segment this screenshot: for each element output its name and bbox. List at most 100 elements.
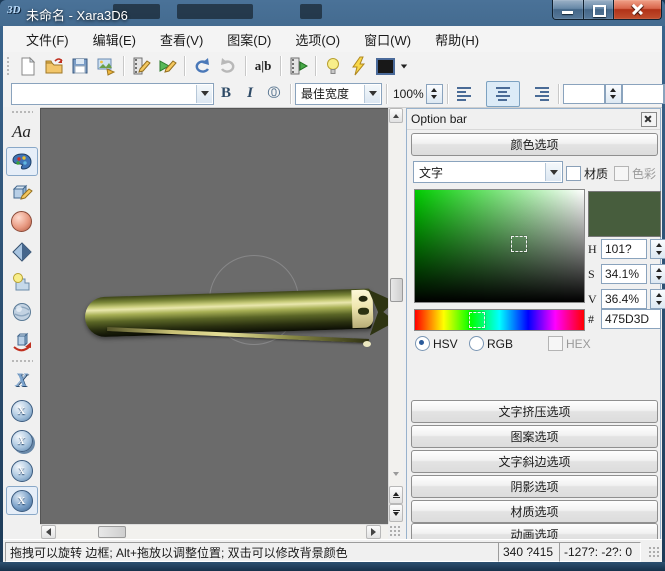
arrow-down-icon: [393, 472, 399, 476]
outline-button[interactable]: O: [262, 82, 286, 106]
lighting-toggle-button[interactable]: [320, 54, 346, 78]
lighting-options-button[interactable]: [6, 267, 38, 296]
animation-style-none-button[interactable]: X: [6, 366, 38, 395]
hue-field[interactable]: 101?: [601, 239, 647, 259]
color-options-section-button[interactable]: 颜色选项: [411, 133, 658, 156]
align-center-button[interactable]: [486, 81, 520, 107]
texture-options-section-button[interactable]: 材质选项: [411, 500, 658, 523]
render-quality-button[interactable]: [372, 54, 398, 78]
value-field[interactable]: 36.4%: [601, 289, 647, 309]
hex-field[interactable]: 475D3D: [601, 309, 661, 329]
animation-style-4-button[interactable]: X: [6, 486, 38, 515]
scroll-right-button[interactable]: [366, 525, 381, 539]
color-target-select[interactable]: 文字: [413, 161, 563, 183]
bevel-options-section-button[interactable]: 文字斜边选项: [411, 450, 658, 473]
rotating-box-icon: [10, 330, 34, 354]
preview-animation-button[interactable]: [285, 54, 311, 78]
document-canvas[interactable]: [40, 108, 389, 525]
width-mode-value: 最佳宽度: [301, 85, 349, 102]
toolbar-grip[interactable]: [11, 110, 33, 114]
edit-frame-button[interactable]: [154, 54, 180, 78]
menu-help[interactable]: 帮助(H): [424, 27, 490, 52]
saturation-stepper[interactable]: [650, 264, 665, 284]
hue-slider[interactable]: [414, 309, 585, 331]
menu-options[interactable]: 选项(O): [284, 27, 351, 52]
flash-export-button[interactable]: [346, 54, 372, 78]
window-controls: [552, 0, 662, 20]
option-bar-close-button[interactable]: [641, 112, 657, 127]
vertical-scroll-thumb[interactable]: [390, 278, 403, 302]
hue-stepper[interactable]: [650, 239, 665, 259]
extrusion-options-button[interactable]: [6, 177, 38, 206]
menu-edit[interactable]: 编辑(E): [82, 27, 147, 52]
option-bar-header[interactable]: Option bar: [407, 109, 660, 130]
undo-button[interactable]: [189, 54, 215, 78]
edit-animation-button[interactable]: [128, 54, 154, 78]
extrusion-options-section-button[interactable]: 文字挤压选项: [411, 400, 658, 423]
new-document-button[interactable]: [15, 54, 41, 78]
horizontal-scrollbar[interactable]: [40, 524, 388, 539]
scroll-up-button[interactable]: [389, 108, 403, 123]
zoom-stepper[interactable]: [426, 84, 443, 104]
color-options-button[interactable]: [6, 147, 38, 176]
zoom-in-scroll-button[interactable]: [389, 486, 403, 504]
hex-checkbox[interactable]: [548, 336, 563, 351]
vertical-scrollbar[interactable]: [388, 108, 403, 524]
resize-grip[interactable]: [648, 546, 660, 558]
material-checkbox-row: 材质: [566, 165, 608, 182]
animation-style-3-button[interactable]: X: [6, 456, 38, 485]
material-checkbox[interactable]: [566, 166, 581, 181]
align-right-button[interactable]: [520, 81, 554, 107]
menu-view[interactable]: 查看(V): [149, 27, 214, 52]
h-label: H: [588, 242, 598, 257]
menu-design[interactable]: 图案(D): [216, 27, 282, 52]
design-options-section-button[interactable]: 图案选项: [411, 425, 658, 448]
animation-style-2-button[interactable]: X: [6, 426, 38, 455]
save-button[interactable]: [67, 54, 93, 78]
texture-options-button[interactable]: [6, 297, 38, 326]
italic-button[interactable]: I: [238, 82, 262, 106]
horizontal-scroll-thumb[interactable]: [98, 526, 126, 538]
color-target-arrow[interactable]: [545, 163, 561, 181]
maximize-button[interactable]: [584, 0, 613, 20]
animation-options-button[interactable]: [6, 327, 38, 356]
shadow-options-section-button[interactable]: 阴影选项: [411, 475, 658, 498]
bold-button[interactable]: B: [214, 82, 238, 106]
zoom-out-scroll-button[interactable]: [389, 504, 403, 522]
hue-slider-marker[interactable]: [469, 312, 485, 328]
rgb-radio[interactable]: [469, 336, 484, 351]
sv-picker-marker[interactable]: [511, 236, 527, 252]
toolbar-grip[interactable]: [6, 56, 10, 76]
text-entry-button[interactable]: a|b: [250, 54, 276, 78]
toolbar-grip[interactable]: [11, 359, 33, 363]
size-stepper[interactable]: [605, 84, 622, 104]
export-image-button[interactable]: [93, 54, 119, 78]
scroll-left-button[interactable]: [41, 525, 56, 539]
render-dropdown-arrow[interactable]: [400, 64, 408, 69]
size-field[interactable]: [563, 84, 605, 104]
open-file-button[interactable]: [41, 54, 67, 78]
color-checkbox[interactable]: [614, 166, 629, 181]
redo-button[interactable]: [215, 54, 241, 78]
minimize-button[interactable]: [552, 0, 584, 20]
spin-down-icon: [431, 95, 437, 99]
saturation-value-picker[interactable]: [414, 189, 585, 303]
hsv-radio[interactable]: [415, 336, 430, 351]
saturation-field[interactable]: 34.1%: [601, 264, 647, 284]
bevel-options-button[interactable]: [6, 237, 38, 266]
close-button[interactable]: [613, 0, 662, 20]
shadow-options-button[interactable]: [6, 207, 38, 236]
width-mode-arrow[interactable]: [364, 85, 380, 103]
options-toolbar: Aa X X X X X: [3, 107, 41, 538]
chevron-down-icon: [201, 91, 209, 96]
width-mode-select[interactable]: 最佳宽度: [295, 83, 382, 105]
align-left-button[interactable]: [452, 81, 486, 107]
spacing-field[interactable]: [622, 84, 664, 104]
menu-file[interactable]: 文件(F): [15, 27, 80, 52]
animation-style-1-button[interactable]: X: [6, 396, 38, 425]
value-stepper[interactable]: [650, 289, 665, 309]
font-select-arrow[interactable]: [196, 85, 212, 103]
font-select[interactable]: [11, 83, 214, 105]
menu-window[interactable]: 窗口(W): [353, 27, 422, 52]
text-options-button[interactable]: Aa: [6, 117, 38, 146]
